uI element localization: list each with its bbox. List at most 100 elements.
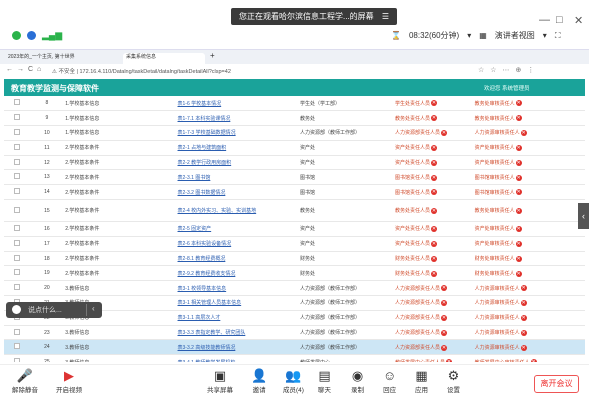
chevron-down-icon[interactable]: ▾ [467, 31, 471, 40]
browser-toolbar-icons[interactable]: ☆☆⋯⊕⋮ [478, 66, 540, 74]
table-row[interactable]: 14 2.学校基本条件 表2-3.2 图书数据情况 图书馆 图书馆责任人员 ✕ 图书馆审核责… [4, 184, 585, 201]
toolbar-settings-button[interactable]: ⚙ 设置 [447, 368, 460, 394]
table-row[interactable]: 10 1.学校基本信息 表1-7-3 学校基础数据情况 人力资源部（教师工作部） 人力资… [4, 125, 585, 141]
toolbar-chat-button[interactable]: ▤ 聊天 [318, 368, 331, 394]
row-table-link[interactable]: 表2-6 本科实验设备情况 [175, 236, 299, 252]
row-table-link[interactable]: 表3-1.1 高层次人才 [175, 310, 299, 326]
row-table-link[interactable]: 表3-4.1 教师教学发展机构 [175, 354, 299, 362]
error-icon: ✕ [441, 344, 448, 351]
toolbar-microphone-button[interactable]: 🎤 解除静音 [12, 368, 38, 394]
table-row[interactable]: 11 2.学校基本条件 表2-1 占地与建筑面积 资产处 资产处责任人员 ✕ 资产处审核责任… [4, 140, 585, 156]
new-tab-button[interactable]: + [210, 51, 215, 61]
chevron-left-icon[interactable]: ‹ [92, 304, 95, 313]
row-checkbox[interactable] [4, 140, 31, 156]
toolbar-label: 聊天 [318, 387, 331, 394]
row-checkbox[interactable] [4, 280, 31, 297]
toolbar-label: 设置 [447, 387, 460, 394]
side-collapse-button[interactable]: ‹ [578, 203, 589, 229]
row-checkbox[interactable] [4, 236, 31, 252]
toolbar-share-screen-button[interactable]: ▣ 共享屏幕 [207, 368, 233, 394]
toolbar-label: 解除静音 [12, 387, 38, 394]
table-row[interactable]: 17 2.学校基本条件 表2-6 本科实验设备情况 资产处 资产处责任人员 ✕ 资产处审核责… [4, 236, 585, 252]
row-checkbox[interactable] [4, 251, 31, 267]
table-row[interactable]: 8 1.学校基本信息 表1-6 学校基本情况 学生处（学工部） 学生处责任人员 ✕ 教务处审… [4, 96, 585, 112]
table-row[interactable]: 9 1.学校基本信息 表1-7.1 本科实验课情况 教务处 教务处责任人员 ✕ 教务处审核责… [4, 110, 585, 127]
toolbar-apps-button[interactable]: ▦ 应用 [415, 368, 428, 394]
error-icon: ✕ [441, 329, 448, 336]
row-table-link[interactable]: 表2-4 校内外实习、实验、实训基地 [175, 199, 299, 223]
row-checkbox[interactable] [4, 265, 31, 282]
row-table-link[interactable]: 表3-3.2 高级技能教师情况 [175, 339, 299, 356]
chevron-down-icon[interactable]: ▾ [543, 31, 547, 40]
toolbar-invite-button[interactable]: 👤 邀请 [251, 368, 267, 394]
divider [86, 304, 87, 316]
row-checkbox[interactable] [4, 125, 31, 141]
table-row[interactable]: 24 3.教师信息 表3-3.2 高级技能教师情况 人力资源部（教师工作部） 人力资源部… [4, 339, 585, 356]
row-reviewer: 资产处审核责任人 ✕ [472, 221, 585, 237]
row-table-link[interactable]: 表2-3.1 图书馆 [175, 169, 299, 186]
row-submitter-text: 图书馆责任人员 [395, 189, 431, 196]
row-table-link[interactable]: 表3-1 校领导基本信息 [175, 280, 299, 297]
error-icon: ✕ [446, 359, 453, 362]
table-row[interactable]: 16 2.学校基本条件 表2-5 固定资产 资产处 资产处责任人员 ✕ 资产处审核责任人 ✕ [4, 221, 585, 237]
toolbar-camera-button[interactable]: ▶ 开启视频 [56, 368, 82, 394]
minimize-icon[interactable]: — [539, 14, 550, 26]
row-table-link[interactable]: 表3-1 相关管理人员基本信息 [175, 295, 299, 311]
table-row[interactable]: 18 2.学校基本条件 表2-8.1 教育经费概况 财务处 财务处责任人员 ✕ 财务处审核责… [4, 251, 585, 267]
row-checkbox[interactable] [4, 325, 31, 341]
browser-tab[interactable]: 2023年的_一个主页, 第十世界 [8, 53, 116, 63]
error-icon: ✕ [520, 344, 527, 351]
table-row[interactable]: 15 2.学校基本条件 表2-4 校内外实习、实验、实训基地 教务处 教务处责任人员 ✕ 教… [4, 199, 585, 223]
close-icon[interactable]: ✕ [574, 14, 583, 27]
row-checkbox[interactable] [4, 110, 31, 127]
row-number: 17 [30, 236, 64, 252]
browser-tab-active[interactable]: 采集系统信息 [123, 53, 205, 64]
row-table-link[interactable]: 表3-3.3 表指定教学、研究团队 [175, 325, 299, 341]
url-text[interactable]: 172.16.4.110/Datalng/taskDetail/datalng/… [79, 69, 230, 75]
row-table-link[interactable]: 表2-9.2 教育经费收支情况 [175, 265, 299, 282]
toolbar-record-button[interactable]: ◉ 录制 [351, 368, 364, 394]
table-row[interactable]: 20 3.教师信息 表3-1 校领导基本信息 人力资源部（教师工作部） 人力资源部责任人… [4, 280, 585, 297]
row-submitter: 人力资源部责任人员 ✕ [393, 295, 473, 311]
row-checkbox[interactable] [4, 169, 31, 186]
maximize-icon[interactable]: □ [556, 14, 563, 26]
row-checkbox[interactable] [4, 339, 31, 356]
user-menu[interactable]: 欢迎您 系统管理员 [484, 84, 530, 92]
error-icon: ✕ [520, 329, 527, 336]
row-table-link[interactable]: 表2-3.2 图书数据情况 [175, 184, 299, 201]
row-table-link[interactable]: 表1-7.1 本科实验课情况 [175, 110, 299, 127]
row-table-link[interactable]: 表1-7-3 学校基础数据情况 [175, 125, 299, 141]
row-checkbox[interactable] [4, 221, 31, 237]
screen-share-banner[interactable]: 您正在观看哈尔滨信息工程学...的屏幕 ☰ [231, 8, 398, 25]
row-table-link[interactable]: 表2-1 占地与建筑面积 [175, 140, 299, 156]
row-table-link[interactable]: 表1-6 学校基本情况 [175, 96, 299, 112]
row-checkbox[interactable] [4, 354, 31, 362]
nav-buttons[interactable]: ←→C⌂ [6, 66, 45, 73]
chat-input-float[interactable]: 说点什么... ‹ [6, 302, 102, 318]
toolbar-members-button[interactable]: 👥 成员(4) [283, 368, 304, 394]
table-row[interactable]: 13 2.学校基本条件 表2-3.1 图书馆 图书馆 图书馆责任人员 ✕ 图书馆审核责任人 ✕ [4, 169, 585, 186]
row-table-link[interactable]: 表2-8.1 教育经费概况 [175, 251, 299, 267]
address-bar[interactable]: ⚠ 不安全 | 172.16.4.110/Datalng/taskDetail/… [52, 67, 231, 75]
row-checkbox[interactable] [4, 96, 31, 112]
table-row[interactable]: 253.教师信息表3-4.1 教师教学发展机构教师发展中心教师发展中心责任人员✕… [4, 354, 585, 362]
table-row[interactable]: 19 2.学校基本条件 表2-9.2 教育经费收支情况 财务处 财务处责任人员 ✕ 财务处审… [4, 265, 585, 282]
row-table-link[interactable]: 表2-2 教学行政用房面积 [175, 155, 299, 171]
row-checkbox[interactable] [4, 184, 31, 201]
row-checkbox[interactable] [4, 155, 31, 171]
row-checkbox[interactable] [4, 199, 31, 223]
view-mode-button[interactable]: 演讲者视图 [495, 30, 535, 41]
row-submitter: 教务处责任人员 ✕ [393, 199, 473, 223]
info-icon[interactable] [12, 31, 21, 40]
leave-meeting-button[interactable]: 离开会议 [534, 375, 579, 393]
row-submitter: 教务处责任人员 ✕ [393, 110, 473, 127]
shield-icon[interactable] [27, 31, 36, 40]
error-icon: ✕ [515, 115, 522, 122]
toolbar-reaction-button[interactable]: ☺ 回应 [383, 368, 396, 394]
row-table-link[interactable]: 表2-5 固定资产 [175, 221, 299, 237]
chat-placeholder[interactable]: 说点什么... [28, 305, 62, 315]
list-icon[interactable]: ☰ [382, 12, 389, 21]
fullscreen-icon[interactable]: ⛶ [555, 31, 561, 41]
table-row[interactable]: 23 3.教师信息 表3-3.3 表指定教学、研究团队 人力资源部（教师工作部） 人力资… [4, 325, 585, 341]
table-row[interactable]: 12 2.学校基本条件 表2-2 教学行政用房面积 资产处 资产处责任人员 ✕ 资产处审核责… [4, 155, 585, 171]
